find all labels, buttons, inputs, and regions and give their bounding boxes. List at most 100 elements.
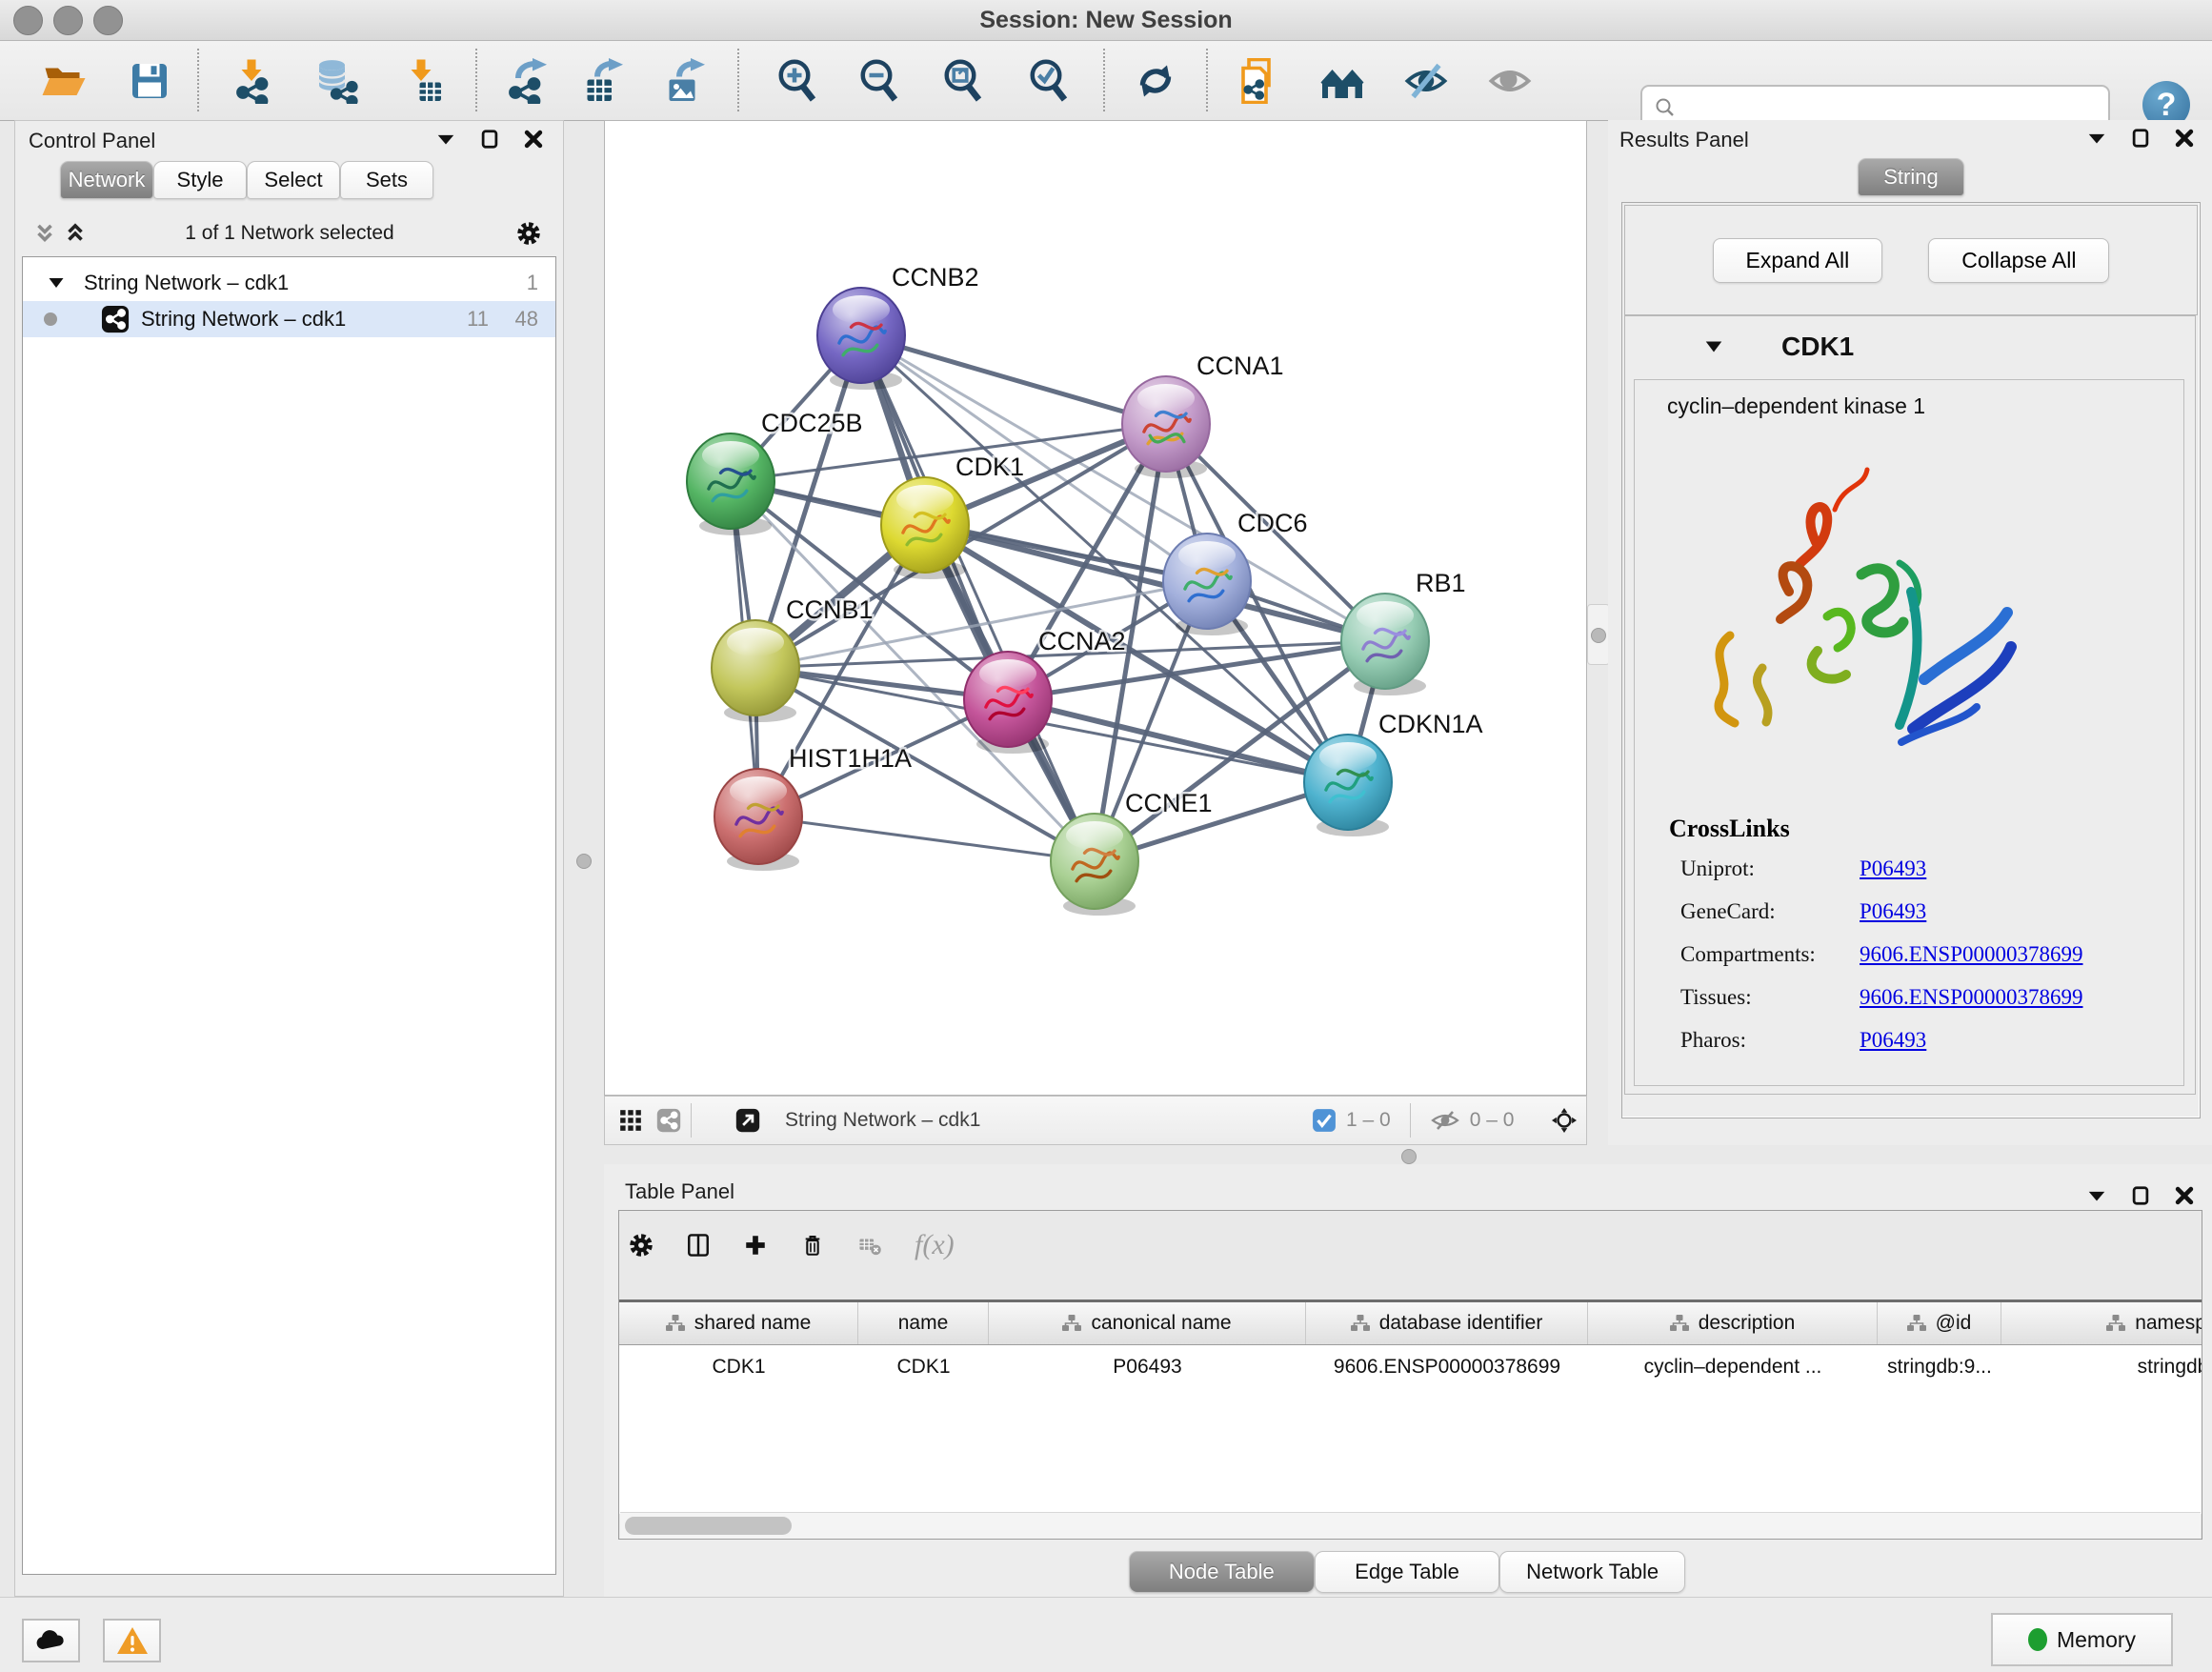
column-header--id[interactable]: @id (1878, 1302, 2001, 1344)
float-panel-icon[interactable] (2084, 126, 2109, 151)
zoom-fit-content-icon[interactable] (939, 57, 987, 105)
export-table-icon[interactable] (579, 57, 627, 105)
warnings-button[interactable] (103, 1619, 161, 1662)
control-panel-tabs: NetworkStyleSelectSets (60, 161, 433, 199)
crosslink-link[interactable]: 9606.ENSP00000378699 (1860, 942, 2083, 967)
left-splitter-grip[interactable] (576, 854, 592, 869)
delete-column-icon[interactable] (800, 1233, 825, 1258)
tab-network-table[interactable]: Network Table (1499, 1551, 1685, 1593)
float-panel-icon[interactable] (433, 127, 458, 151)
import-network-from-database-icon[interactable] (312, 57, 360, 105)
network-node-CCNE1[interactable]: CCNE1 (1051, 789, 1213, 916)
table-cell[interactable]: CDK1 (619, 1345, 858, 1389)
table-cell[interactable]: cyclin–dependent ... (1588, 1345, 1878, 1389)
toolbar-separator (1206, 49, 1208, 111)
gene-section-header[interactable]: CDK1 (1625, 316, 2195, 377)
network-node-CDK1[interactable]: CDK1 (881, 453, 1024, 579)
detach-view-icon[interactable] (735, 1108, 760, 1133)
cloud-status-button[interactable] (22, 1619, 80, 1662)
close-panel-icon[interactable] (2172, 1183, 2197, 1208)
network-canvas[interactable]: CCNB2CCNA1CDC25BCDK1CDC6RB1CCNB1CCNA2CDK… (604, 120, 1587, 1096)
save-session-icon[interactable] (126, 57, 173, 105)
network-node-HIST1H1A[interactable]: HIST1H1A (714, 744, 912, 871)
delete-table-icon[interactable] (857, 1233, 882, 1258)
show-column-icon[interactable] (686, 1233, 711, 1258)
new-network-from-selection-icon[interactable] (1237, 57, 1284, 105)
column-header-canonical-name[interactable]: canonical name (989, 1302, 1306, 1344)
maximize-panel-icon[interactable] (2128, 126, 2153, 151)
collection-expand-icon[interactable] (44, 271, 69, 295)
selected-checkbox-icon[interactable] (1312, 1108, 1337, 1133)
import-network-from-file-icon[interactable] (231, 57, 278, 105)
import-table-from-file-icon[interactable] (400, 57, 448, 105)
shared-column-icon (2106, 1315, 2125, 1332)
tab-style[interactable]: Style (153, 161, 247, 199)
table-cell[interactable]: stringdb (2001, 1345, 2202, 1389)
zoom-selected-region-icon[interactable] (1025, 57, 1073, 105)
section-collapse-icon[interactable] (1701, 334, 1726, 359)
maximize-panel-icon[interactable] (2128, 1183, 2153, 1208)
grid-view-icon[interactable] (618, 1108, 643, 1133)
first-neighbors-icon[interactable] (1318, 57, 1366, 105)
network-options-gear-icon[interactable] (516, 221, 541, 246)
node-label-CCNA1: CCNA1 (1196, 352, 1284, 380)
crosslink-link[interactable]: P06493 (1860, 899, 1926, 924)
table-options-gear-icon[interactable] (629, 1233, 654, 1258)
table-cell[interactable]: CDK1 (858, 1345, 989, 1389)
network-node-RB1[interactable]: RB1 (1341, 569, 1466, 695)
zoom-out-icon[interactable] (855, 57, 903, 105)
close-panel-icon[interactable] (521, 127, 546, 151)
expand-all-button[interactable]: Expand All (1713, 238, 1883, 283)
right-splitter-grip[interactable] (1587, 604, 1610, 665)
tab-network[interactable]: Network (60, 161, 153, 199)
float-panel-icon[interactable] (2084, 1183, 2109, 1208)
bottom-splitter-grip[interactable] (1401, 1149, 1417, 1164)
crosslink-link[interactable]: P06493 (1860, 1028, 1926, 1053)
network-node-CDKN1A[interactable]: CDKN1A (1304, 710, 1483, 836)
table-cell[interactable]: P06493 (989, 1345, 1306, 1389)
zoom-in-icon[interactable] (774, 57, 821, 105)
network-view-mode-icon[interactable] (656, 1108, 681, 1133)
crosslink-link[interactable]: 9606.ENSP00000378699 (1860, 985, 2083, 1010)
function-builder-icon[interactable]: f(x) (915, 1229, 955, 1261)
hidden-eye-icon[interactable] (1430, 1108, 1460, 1133)
node-label-CDC6: CDC6 (1237, 509, 1308, 537)
table-horizontal-scrollbar[interactable] (620, 1512, 2201, 1539)
export-network-icon[interactable] (503, 57, 551, 105)
show-all-icon[interactable] (1486, 57, 1534, 105)
close-panel-icon[interactable] (2172, 126, 2197, 151)
memory-button[interactable]: Memory (1991, 1613, 2173, 1666)
column-header-namespace[interactable]: namespace (2001, 1302, 2202, 1344)
network-row[interactable]: String Network – cdk1 11 48 (23, 301, 555, 337)
tab-string[interactable]: String (1858, 158, 1964, 196)
table-row[interactable]: CDK1CDK1P064939606.ENSP00000378699cyclin… (619, 1345, 2202, 1389)
column-header-description[interactable]: description (1588, 1302, 1878, 1344)
network-edge-count: 48 (515, 307, 538, 332)
scrollbar-thumb[interactable] (625, 1517, 792, 1535)
table-cell[interactable]: stringdb:9... (1878, 1345, 2001, 1389)
network-collection-row[interactable]: String Network – cdk1 1 (23, 265, 555, 301)
edge-CCNB2-CCNE1 (861, 335, 1095, 861)
tab-node-table[interactable]: Node Table (1129, 1551, 1315, 1593)
tab-edge-table[interactable]: Edge Table (1315, 1551, 1500, 1593)
footer-separator (1410, 1103, 1411, 1138)
column-header-name[interactable]: name (858, 1302, 989, 1344)
apply-preferred-layout-icon[interactable] (1132, 57, 1179, 105)
tab-select[interactable]: Select (247, 161, 340, 199)
column-header-database-identifier[interactable]: database identifier (1306, 1302, 1588, 1344)
hide-selected-icon[interactable] (1402, 57, 1450, 105)
create-column-icon[interactable] (743, 1233, 768, 1258)
tab-sets[interactable]: Sets (340, 161, 433, 199)
table-cell[interactable]: 9606.ENSP00000378699 (1306, 1345, 1588, 1389)
maximize-panel-icon[interactable] (477, 127, 502, 151)
window-titlebar: Session: New Session (0, 0, 2212, 41)
crosslink-link[interactable]: P06493 (1860, 856, 1926, 881)
collapse-all-button[interactable]: Collapse All (1928, 238, 2109, 283)
edge-HIST1H1A-CCNE1 (758, 816, 1095, 861)
network-view-panel: CCNB2CCNA1CDC25BCDK1CDC6RB1CCNB1CCNA2CDK… (604, 120, 1587, 1145)
column-header-shared-name[interactable]: shared name (619, 1302, 858, 1344)
birds-eye-pan-icon[interactable] (1552, 1108, 1577, 1133)
control-panel: Control Panel NetworkStyleSelectSets 1 o… (14, 120, 564, 1597)
export-image-icon[interactable] (661, 57, 709, 105)
open-session-icon[interactable] (40, 57, 88, 105)
